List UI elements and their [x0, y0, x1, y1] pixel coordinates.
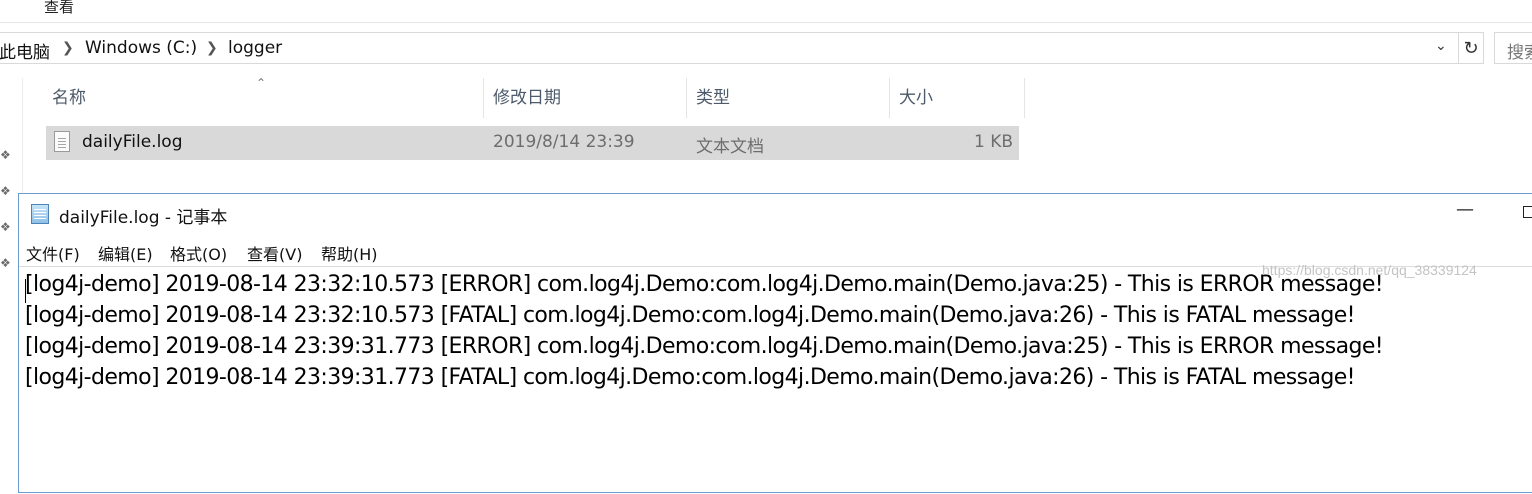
column-size[interactable]: 大小 [893, 78, 1025, 118]
chevron-right-icon[interactable]: ❯ [62, 40, 74, 56]
notepad-window[interactable]: dailyFile.log - 记事本 — 文件(F) 编辑(E) 格式(O) … [18, 193, 1532, 493]
breadcrumb-logger[interactable]: logger [228, 38, 282, 58]
column-divider[interactable] [889, 78, 890, 118]
column-divider[interactable] [483, 78, 484, 118]
search-placeholder: 搜索 [1507, 43, 1532, 63]
column-divider[interactable] [1024, 78, 1025, 118]
file-type: 文本文档 [696, 137, 764, 157]
maximize-icon[interactable] [1523, 206, 1532, 218]
column-divider[interactable] [686, 78, 687, 118]
watermark: https://blog.csdn.net/qq_38339124 [1262, 262, 1477, 278]
window-title: dailyFile.log - 记事本 [59, 208, 228, 228]
log-line: [log4j-demo] 2019-08-14 23:39:31.773 [FA… [25, 365, 1355, 390]
text-file-icon [54, 131, 70, 152]
text-editor[interactable]: [log4j-demo] 2019-08-14 23:32:10.573 [ER… [19, 266, 1532, 494]
file-list-header: ⌃ 名称 修改日期 类型 大小 [0, 76, 1532, 118]
file-size: 1 KB [973, 132, 1013, 152]
ribbon-tabs: 查看 [0, 0, 1532, 23]
pin-icon[interactable]: ❖ [0, 148, 11, 162]
minimize-icon[interactable]: — [1456, 199, 1474, 220]
column-type[interactable]: 类型 [690, 78, 890, 118]
menu-help[interactable]: 帮助(H) [321, 241, 378, 265]
menu-file[interactable]: 文件(F) [26, 241, 80, 265]
chevron-right-icon[interactable]: ❯ [206, 40, 218, 56]
pin-icon[interactable]: ❖ [0, 220, 11, 234]
ribbon-tab-view[interactable]: 查看 [44, 0, 74, 17]
log-line: [log4j-demo] 2019-08-14 23:39:31.773 [ER… [25, 334, 1384, 359]
file-modified: 2019/8/14 23:39 [493, 132, 635, 152]
breadcrumb-windows-c[interactable]: Windows (C:) [85, 38, 197, 58]
log-line: [log4j-demo] 2019-08-14 23:32:10.573 [ER… [25, 272, 1384, 297]
address-bar[interactable]: 此电脑 ❯ Windows (C:) ❯ logger ⌄ [0, 32, 1482, 64]
refresh-icon: ↻ [1463, 37, 1479, 59]
file-row[interactable]: dailyFile.log 2019/8/14 23:39 文本文档 1 KB [46, 126, 1019, 160]
menu-edit[interactable]: 编辑(E) [98, 241, 153, 265]
file-name: dailyFile.log [82, 132, 183, 152]
column-name[interactable]: 名称 [46, 78, 484, 118]
chevron-down-icon[interactable]: ⌄ [1435, 38, 1447, 54]
menu-view[interactable]: 查看(V) [247, 241, 302, 265]
menu-format[interactable]: 格式(O) [170, 241, 227, 265]
notepad-icon [31, 204, 49, 224]
refresh-button[interactable]: ↻ [1458, 32, 1484, 64]
breadcrumb-this-pc[interactable]: 此电脑 [0, 38, 50, 63]
pin-icon[interactable]: ❖ [0, 184, 11, 198]
search-input[interactable]: 搜索 [1494, 32, 1532, 64]
pin-icon[interactable]: ❖ [0, 256, 11, 270]
column-modified[interactable]: 修改日期 [487, 78, 687, 118]
log-line: [log4j-demo] 2019-08-14 23:32:10.573 [FA… [25, 303, 1355, 328]
